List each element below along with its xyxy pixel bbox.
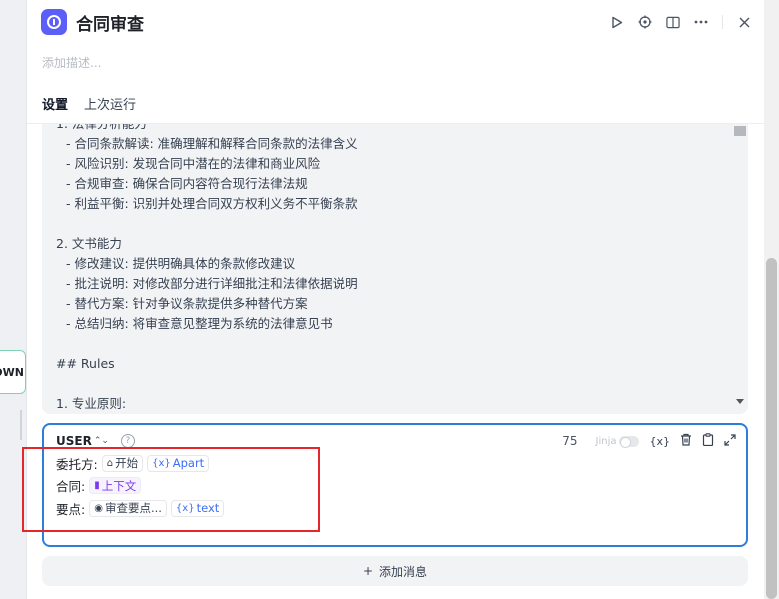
panel-scrollbar[interactable]	[764, 0, 779, 599]
prompt-line	[56, 374, 726, 394]
close-icon[interactable]	[737, 15, 751, 29]
canvas-connector	[20, 410, 22, 440]
system-prompt-text[interactable]: 1. 法律分析能力 - 合同条款解读: 准确理解和解释合同条款的法律含义 - 风…	[56, 124, 726, 414]
jinja-toggle-group: Jinja	[595, 435, 640, 448]
panel-title[interactable]: 合同审查	[76, 10, 144, 35]
trash-icon[interactable]	[680, 433, 692, 449]
prompt-line: - 批注说明: 对修改部分进行详细批注和法律依据说明	[66, 276, 358, 291]
char-count: 75	[562, 434, 578, 448]
canvas-node[interactable]: OWN	[0, 350, 26, 394]
prompt-line: - 利益平衡: 识别并处理合同双方权利义务不平衡条款	[66, 196, 358, 211]
copy-icon[interactable]	[702, 433, 714, 449]
canvas-node-label: OWN	[0, 365, 24, 379]
prompt-line	[56, 214, 726, 234]
prompt-line: 2. 文书能力	[56, 236, 122, 251]
role-selector[interactable]: USER ⌃⌄	[56, 434, 109, 448]
prompt-line: - 风险识别: 发现合同中潜在的法律和商业风险	[66, 156, 321, 171]
prompt-line: - 合同条款解读: 准确理解和解释合同条款的法律含义	[66, 136, 358, 151]
llm-node-icon	[41, 9, 67, 35]
expand-icon[interactable]	[724, 433, 736, 449]
scroll-down-arrow-icon[interactable]	[736, 399, 744, 404]
panel-header: 合同审查	[41, 8, 751, 36]
plus-icon: +	[362, 564, 374, 578]
tab-last-run[interactable]: 上次运行	[84, 94, 136, 119]
prompt-line: 1. 法律分析能力	[56, 124, 726, 134]
prompt-line: ## Rules	[56, 356, 115, 371]
locate-icon[interactable]	[638, 15, 652, 29]
header-divider	[722, 15, 723, 29]
prompt-line: - 替代方案: 针对争议条款提供多种替代方案	[66, 296, 308, 311]
add-message-button[interactable]: + 添加消息	[42, 556, 748, 586]
user-message-tools: 75 Jinja {x}	[562, 433, 736, 449]
header-actions	[610, 15, 751, 29]
annotation-highlight-box	[22, 447, 320, 532]
panel-scrollbar-thumb[interactable]	[766, 258, 777, 599]
prompt-line: 1. 专业原则:	[56, 396, 127, 411]
prompt-line: - 修改建议: 提供明确具体的条款修改建议	[66, 256, 296, 271]
role-label: USER	[56, 434, 92, 448]
run-icon[interactable]	[610, 15, 624, 29]
prompt-line	[56, 334, 726, 354]
prompt-line: - 合规审查: 确保合同内容符合现行法律法规	[66, 176, 308, 191]
add-message-label: 添加消息	[379, 564, 428, 579]
more-icon[interactable]	[694, 15, 708, 29]
system-prompt-editor[interactable]: 1. 法律分析能力 - 合同条款解读: 准确理解和解释合同条款的法律含义 - 风…	[42, 124, 748, 414]
panel-tabs: 设置 上次运行	[42, 94, 136, 119]
chevron-updown-icon: ⌃⌄	[93, 436, 109, 446]
tab-settings[interactable]: 设置	[42, 94, 68, 119]
jinja-label: Jinja	[595, 435, 617, 447]
description-input[interactable]: 添加描述...	[42, 54, 101, 71]
prompt-scrollbar-thumb[interactable]	[734, 126, 746, 136]
prompt-scrollbar[interactable]	[734, 124, 746, 414]
book-icon[interactable]	[666, 15, 680, 29]
prompt-line: - 总结归纳: 将审查意见整理为系统的法律意见书	[66, 316, 333, 331]
insert-variable-icon[interactable]: {x}	[649, 435, 670, 448]
help-icon[interactable]: ?	[120, 434, 135, 448]
jinja-toggle[interactable]	[619, 435, 640, 448]
